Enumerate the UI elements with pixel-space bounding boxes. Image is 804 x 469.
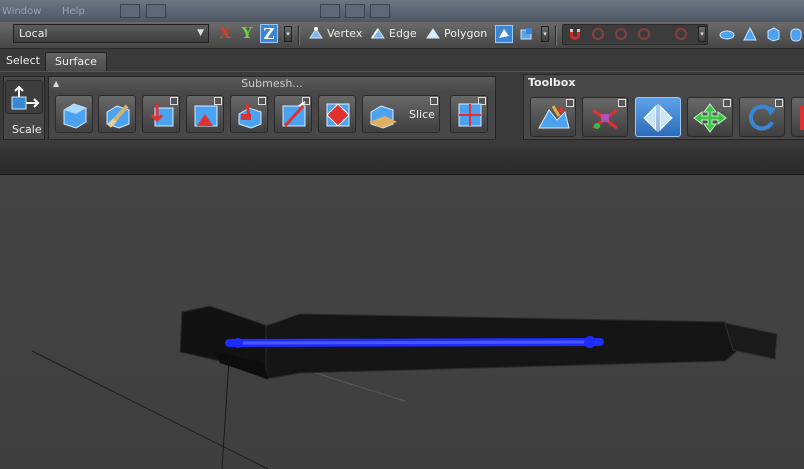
3d-viewport[interactable] — [0, 175, 804, 469]
edge-icon — [370, 26, 386, 40]
paint-button[interactable] — [98, 95, 136, 133]
grid-line — [31, 350, 269, 469]
vertex-icon — [308, 26, 324, 40]
slice-icon — [369, 105, 397, 129]
window-button[interactable] — [146, 4, 166, 18]
window-button[interactable] — [320, 4, 340, 18]
triangulate-button[interactable] — [318, 95, 356, 133]
sculpt-icon — [538, 105, 570, 129]
slice-label: Slice — [409, 108, 435, 121]
edge-endpoint — [233, 338, 243, 348]
window-button[interactable] — [345, 4, 365, 18]
tab-row: Select Surface — [0, 49, 804, 71]
plane-icon[interactable] — [718, 25, 736, 43]
scale-label: Scale — [12, 123, 42, 136]
edge-mode-button[interactable]: Edge — [370, 25, 417, 43]
bevel-icon — [194, 105, 218, 127]
quad-split-icon — [458, 103, 482, 127]
extrude-icon — [63, 103, 87, 129]
title-strip: Window Help — [0, 0, 804, 22]
rotate-icon — [748, 104, 776, 131]
bevel-button[interactable] — [186, 95, 224, 133]
object-mode-icon[interactable] — [495, 25, 513, 43]
split-button[interactable] — [230, 95, 268, 133]
mesh-object[interactable] — [179, 305, 778, 380]
toolbar-separator — [555, 25, 557, 45]
magnet-icon[interactable] — [566, 25, 584, 43]
toolbox-title: Toolbox — [528, 76, 576, 89]
tab-select[interactable]: Select — [0, 52, 43, 71]
selected-edge-core — [238, 340, 597, 345]
polygon-mode-label: Polygon — [444, 27, 488, 40]
edge-endpoint — [584, 336, 596, 348]
transform-tool-button[interactable] — [582, 97, 628, 137]
snap-settings-icon[interactable] — [672, 25, 690, 43]
tool-icon — [800, 106, 804, 130]
toolbox-panel: Toolbox — [523, 74, 804, 140]
extra-tool-button[interactable] — [791, 97, 804, 137]
menu-window[interactable]: Window — [2, 6, 41, 17]
ribbon: Scale ▲ Submesh... Slice Toolbox — [0, 71, 804, 145]
scale-button[interactable] — [5, 80, 43, 114]
move-tool-button[interactable] — [687, 97, 733, 137]
mirror-icon — [643, 104, 673, 132]
vertex-mode-label: Vertex — [327, 27, 363, 40]
polygon-mode-button[interactable]: Polygon — [425, 25, 487, 43]
triangulate-icon — [326, 103, 350, 127]
cut-button[interactable] — [274, 95, 312, 133]
collapse-up-icon[interactable]: ▲ — [53, 77, 59, 91]
window-button[interactable] — [120, 4, 140, 18]
coordinate-space-value: Local — [19, 27, 48, 40]
snap-options-arrow[interactable]: ▾ — [698, 26, 706, 42]
selection-options-arrow[interactable]: ▾ — [541, 26, 549, 42]
brush-icon — [106, 104, 130, 129]
inset-button[interactable] — [142, 95, 180, 133]
sculpt-tool-button[interactable] — [530, 97, 576, 137]
ribbon-footer — [0, 144, 804, 175]
vertex-mode-button[interactable]: Vertex — [308, 25, 362, 43]
knife-icon — [282, 101, 306, 128]
rotate-tool-button[interactable] — [739, 97, 785, 137]
cube-icon[interactable] — [764, 25, 782, 43]
scene-canvas — [31, 305, 778, 469]
snap-edge-icon[interactable] — [635, 25, 653, 43]
snap-vertex-icon[interactable] — [612, 25, 630, 43]
axis-z-toggle[interactable]: Z — [260, 24, 278, 43]
chevron-down-icon: ▼ — [197, 28, 204, 38]
mirror-tool-button[interactable] — [635, 97, 681, 137]
menu-help[interactable]: Help — [62, 6, 85, 17]
cylinder-icon[interactable] — [787, 25, 804, 43]
extrude-button[interactable] — [55, 95, 93, 133]
window-button[interactable] — [370, 4, 390, 18]
axis-y-toggle[interactable]: Y — [238, 24, 256, 43]
coordinate-space-dropdown[interactable]: Local ▼ — [13, 24, 209, 43]
polygon-icon — [425, 26, 441, 40]
move-arrows-icon — [693, 103, 727, 133]
inset-icon — [150, 104, 174, 127]
element-mode-icon[interactable] — [518, 25, 536, 43]
submesh-title-bar: ▲ Submesh... — [49, 77, 495, 91]
submesh-panel: ▲ Submesh... Slice — [48, 76, 496, 140]
scale-panel: Scale — [3, 76, 45, 140]
split-icon — [238, 103, 262, 129]
scale-icon — [11, 85, 40, 110]
cone-icon[interactable] — [741, 25, 759, 43]
slice-button[interactable]: Slice — [362, 95, 440, 133]
option-corner-icon — [430, 97, 438, 105]
quad-split-button[interactable] — [450, 95, 488, 133]
tab-surface[interactable]: Surface — [45, 52, 107, 71]
edge-mode-label: Edge — [389, 27, 417, 40]
snap-grid-icon[interactable] — [589, 25, 607, 43]
axis-x-toggle[interactable]: X — [216, 24, 234, 43]
toolbar-separator — [298, 25, 300, 45]
submesh-title: Submesh... — [241, 77, 303, 90]
axis-options-arrow[interactable]: ▾ — [284, 26, 292, 42]
transform-icon — [592, 108, 618, 130]
main-toolbar: Local ▼ X Y Z ▾ Vertex Edge Polygon ▾ ▾ — [0, 22, 804, 49]
